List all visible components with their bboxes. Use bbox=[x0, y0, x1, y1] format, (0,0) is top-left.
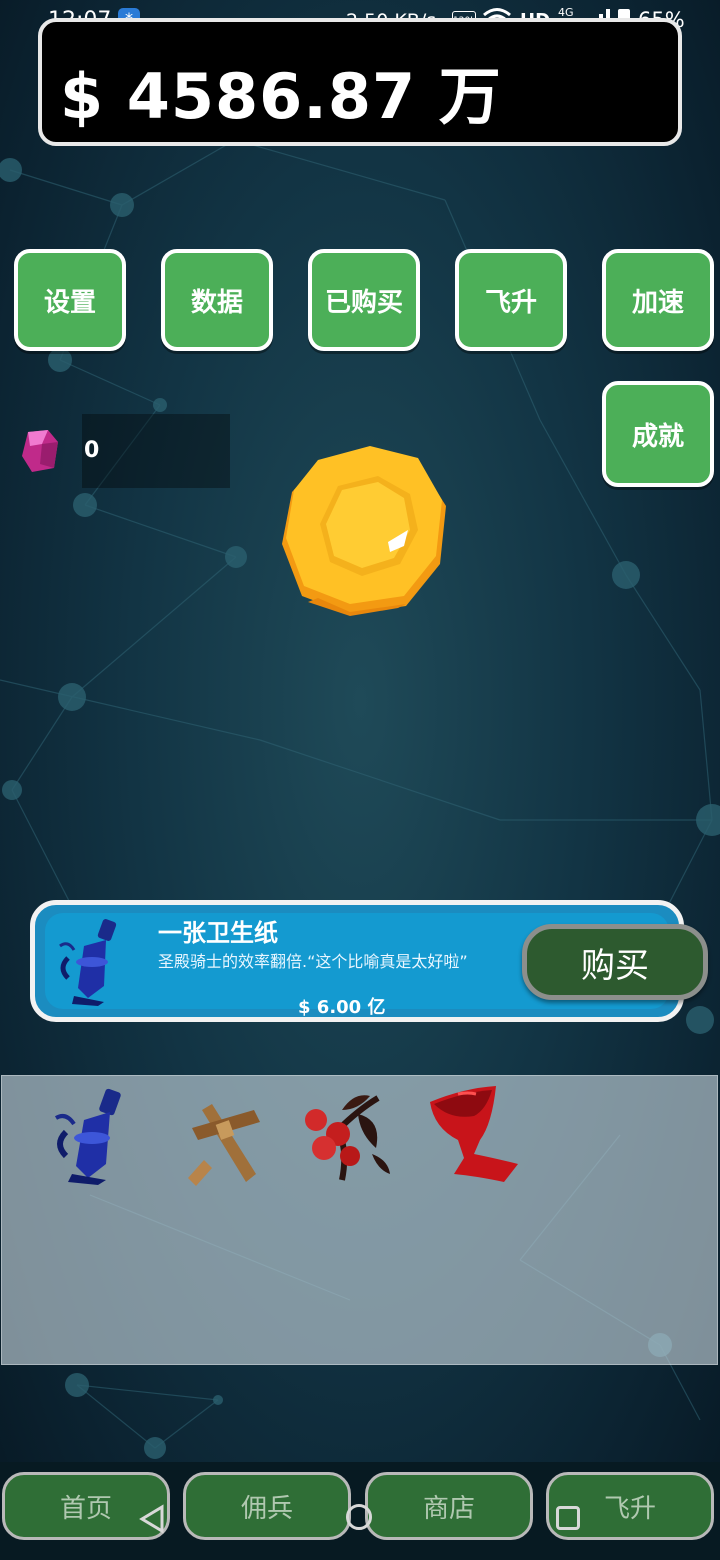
coin-icon[interactable] bbox=[278, 446, 450, 616]
nav-shop-button[interactable]: 商店 bbox=[365, 1472, 533, 1540]
money-amount: $ 4586.87 万 bbox=[60, 60, 502, 133]
purchased-button[interactable]: 已购买 bbox=[308, 249, 420, 351]
achievements-button[interactable]: 成就 bbox=[602, 381, 714, 487]
settings-button[interactable]: 设置 bbox=[14, 249, 126, 351]
system-home-icon[interactable] bbox=[346, 1504, 372, 1530]
system-recents-icon[interactable] bbox=[556, 1506, 580, 1530]
speedup-button[interactable]: 加速 bbox=[602, 249, 714, 351]
upgrade-title: 一张卫生纸 bbox=[158, 919, 278, 947]
system-back-icon[interactable] bbox=[138, 1504, 166, 1534]
gem-icon bbox=[22, 430, 58, 472]
wooden-cross-icon[interactable] bbox=[184, 1098, 268, 1188]
money-display: $ 4586.87 万 bbox=[38, 18, 682, 146]
gem-counter-box bbox=[82, 414, 230, 488]
nav-mercenary-button[interactable]: 佣兵 bbox=[183, 1472, 351, 1540]
gem-count: 0 bbox=[84, 438, 100, 463]
buy-button[interactable]: 购买 bbox=[522, 924, 708, 1000]
upgrade-description: 圣殿骑士的效率翻倍.“这个比喻真是太好啦” bbox=[158, 952, 468, 971]
ascend-button[interactable]: 飞升 bbox=[455, 249, 567, 351]
blue-lantern-icon[interactable] bbox=[52, 1086, 132, 1186]
red-goblet-icon[interactable] bbox=[424, 1084, 520, 1184]
red-berries-icon[interactable] bbox=[298, 1090, 394, 1186]
upgrade-price: $ 6.00 亿 bbox=[298, 997, 386, 1018]
blue-lantern-icon bbox=[59, 919, 117, 1006]
data-button[interactable]: 数据 bbox=[161, 249, 273, 351]
